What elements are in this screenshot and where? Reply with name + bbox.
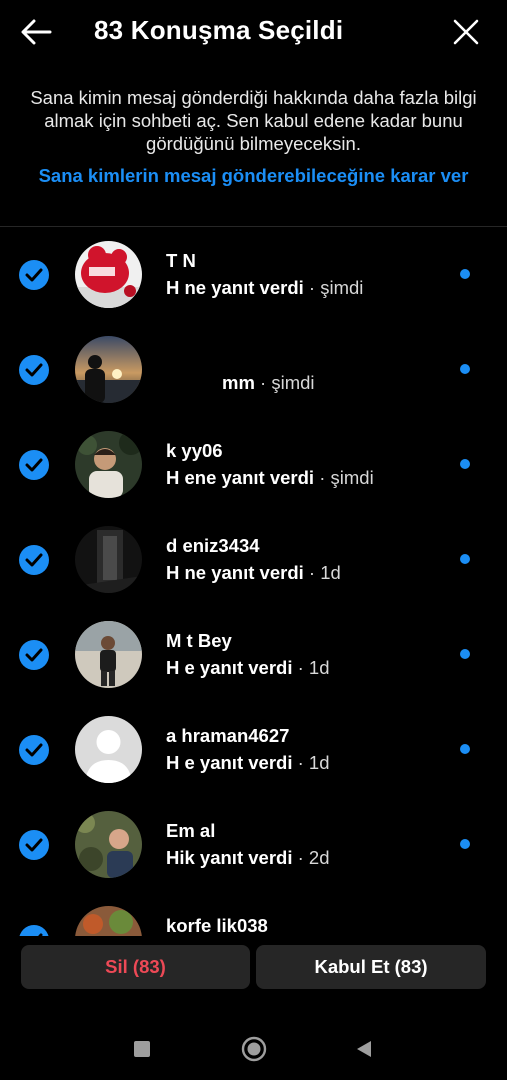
conversation-row[interactable]: korfe lik038	[0, 893, 507, 936]
unread-dot	[460, 459, 470, 469]
recents-button[interactable]	[129, 1036, 155, 1062]
preview-time: şimdi	[330, 467, 374, 488]
avatar[interactable]	[75, 526, 142, 593]
conversation-username: Em al	[166, 820, 216, 841]
preview-message: H ne yanıt verdi	[166, 562, 304, 583]
accept-all-button[interactable]: Kabul Et (83)	[256, 945, 486, 989]
selected-checkbox[interactable]	[19, 640, 49, 670]
conversation-list[interactable]: T N H ne yanıt verdi · şimdi mm · şimdi	[0, 228, 507, 936]
check-icon	[25, 648, 43, 662]
avatar-image	[75, 241, 142, 308]
unread-dot	[460, 364, 470, 374]
check-icon	[25, 363, 43, 377]
preview-time: 1d	[308, 752, 330, 773]
selected-checkbox[interactable]	[19, 925, 49, 936]
avatar[interactable]	[75, 621, 142, 688]
unread-dot	[460, 839, 470, 849]
avatar-image	[75, 906, 142, 936]
unread-dot	[460, 554, 470, 564]
avatar[interactable]	[75, 811, 142, 878]
selected-checkbox[interactable]	[19, 545, 49, 575]
conversation-row[interactable]: M t Bey H e yanıt verdi · 1d	[0, 608, 507, 703]
conversation-row[interactable]: Em al Hik yanıt verdi · 2d	[0, 798, 507, 893]
preview-message: H ne yanıt verdi	[166, 277, 304, 298]
arrow-left-icon	[21, 19, 52, 45]
conversation-username: T N	[166, 250, 196, 271]
preview-time: 1d	[308, 657, 330, 678]
default-avatar[interactable]	[75, 716, 142, 783]
close-button[interactable]	[446, 12, 486, 52]
top-bar: 83 Konuşma Seçildi	[0, 0, 507, 64]
check-icon	[25, 553, 43, 567]
back-button[interactable]	[16, 14, 56, 50]
triangle-back-icon	[357, 1041, 371, 1057]
selected-checkbox[interactable]	[19, 260, 49, 290]
check-icon	[25, 743, 43, 757]
conversation-preview: H e yanıt verdi · 1d	[166, 752, 330, 773]
preview-time: şimdi	[271, 372, 315, 393]
avatar[interactable]	[75, 336, 142, 403]
conversation-username: d eniz3434	[166, 535, 260, 556]
square-icon	[134, 1041, 150, 1057]
divider	[0, 226, 507, 227]
conversation-preview: mm · şimdi	[166, 372, 315, 394]
avatar-image	[75, 621, 142, 688]
unread-dot	[460, 744, 470, 754]
avatar-image	[75, 811, 142, 878]
check-icon	[38, 933, 43, 936]
check-icon	[25, 268, 43, 282]
back-nav-button[interactable]	[351, 1036, 377, 1062]
avatar-image	[75, 431, 142, 498]
conversation-preview: H ne yanıt verdi · 1d	[166, 562, 341, 583]
home-button[interactable]	[241, 1036, 267, 1062]
preview-message: H e yanıt verdi	[166, 752, 293, 773]
unread-dot	[460, 649, 470, 659]
conversation-row[interactable]: mm · şimdi	[0, 323, 507, 418]
avatar[interactable]	[75, 431, 142, 498]
system-nav-bar	[0, 1010, 507, 1080]
preview-time: 2d	[308, 847, 330, 868]
conversation-preview: H ne yanıt verdi · şimdi	[166, 277, 364, 298]
conversation-username: korfe lik038	[166, 915, 268, 936]
conversation-username: a hraman4627	[166, 725, 290, 746]
default-avatar-icon	[75, 716, 142, 783]
avatar-image	[75, 526, 142, 593]
selected-checkbox[interactable]	[19, 450, 49, 480]
conversation-row[interactable]: d eniz3434 H ne yanıt verdi · 1d	[0, 513, 507, 608]
avatar-image	[75, 336, 142, 403]
unread-dot	[460, 269, 470, 279]
avatar[interactable]	[75, 906, 142, 936]
preview-message: H ene yanıt verdi	[166, 467, 315, 488]
delete-all-button[interactable]: Sil (83)	[21, 945, 250, 989]
preview-time: şimdi	[320, 277, 364, 298]
conversation-username: k yy06	[166, 440, 223, 461]
preview-message: Hik yanıt verdi	[166, 847, 293, 868]
request-info-text: Sana kimin mesaj gönderdiği hakkında dah…	[30, 87, 477, 154]
conversation-preview: Hik yanıt verdi · 2d	[166, 847, 330, 868]
check-icon	[25, 838, 43, 852]
selected-checkbox[interactable]	[19, 735, 49, 765]
conversation-row[interactable]: a hraman4627 H e yanıt verdi · 1d	[0, 703, 507, 798]
circle-home-icon	[241, 1036, 267, 1062]
conversation-row[interactable]: k yy06 H ene yanıt verdi · şimdi	[0, 418, 507, 513]
conversation-username: M t Bey	[166, 630, 232, 651]
selected-checkbox[interactable]	[19, 830, 49, 860]
message-controls-link[interactable]: Sana kimlerin mesaj gönderebileceğine ka…	[30, 164, 477, 187]
close-icon	[453, 19, 479, 45]
check-icon	[25, 458, 43, 472]
page-title: 83 Konuşma Seçildi	[94, 15, 344, 45]
preview-message: mm	[222, 372, 255, 393]
conversation-row[interactable]: T N H ne yanıt verdi · şimdi	[0, 228, 507, 323]
conversation-preview: H ene yanıt verdi · şimdi	[166, 467, 374, 488]
conversation-preview: H e yanıt verdi · 1d	[166, 657, 330, 678]
preview-time: 1d	[320, 562, 341, 583]
avatar[interactable]	[75, 241, 142, 308]
selected-checkbox[interactable]	[19, 355, 49, 385]
preview-message: H e yanıt verdi	[166, 657, 293, 678]
